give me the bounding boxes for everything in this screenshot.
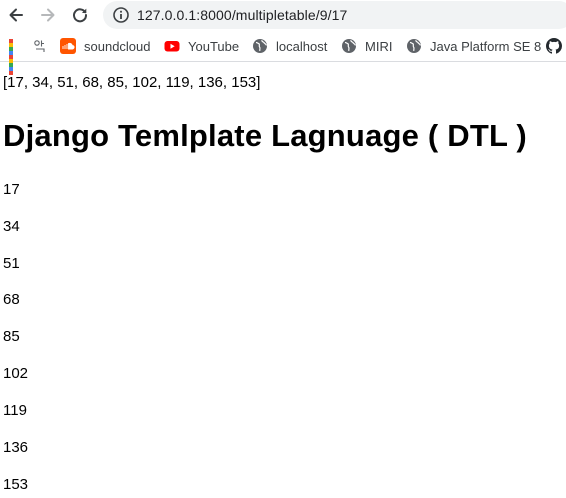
forward-button[interactable] — [36, 3, 60, 27]
bookmark-label: MIRI — [365, 38, 393, 54]
korean-glyph-icon — [34, 40, 45, 52]
back-button[interactable] — [4, 3, 28, 27]
globe-icon — [342, 39, 357, 53]
url-text[interactable]: 127.0.0.1:8000/multipletable/9/17 — [137, 1, 347, 29]
bookmarks-bar: soundcloud YouTube localhost MIRI Java P… — [0, 30, 566, 75]
apps-grid-icon — [8, 38, 24, 75]
bookmark-label: localhost — [276, 38, 328, 54]
back-arrow-icon — [9, 8, 23, 22]
list-item: 85 — [3, 328, 20, 345]
bookmark-java-platform[interactable]: Java Platform SE 8 — [406, 37, 541, 55]
list-item: 34 — [3, 218, 20, 235]
list-item: 119 — [3, 402, 27, 419]
bookmark-apps[interactable] — [8, 37, 46, 75]
list-item: 17 — [3, 181, 20, 198]
globe-icon — [253, 39, 268, 53]
bookmark-soundcloud[interactable]: soundcloud — [60, 37, 151, 55]
list-item: 51 — [3, 255, 20, 272]
bookmark-localhost[interactable]: localhost — [252, 37, 327, 55]
bookmark-github[interactable] — [546, 37, 566, 55]
list-item: 136 — [3, 439, 29, 456]
reload-icon — [73, 8, 88, 23]
bookmark-miri[interactable]: MIRI — [341, 37, 392, 55]
browser-toolbar: 127.0.0.1:8000/multipletable/9/17 — [0, 0, 566, 30]
bookmark-youtube[interactable]: YouTube — [164, 37, 239, 55]
bookmark-label: Java Platform SE 8 — [430, 38, 542, 54]
info-icon[interactable] — [112, 6, 130, 24]
forward-arrow-icon — [41, 8, 55, 22]
bookmark-label: soundcloud — [84, 38, 151, 54]
bookmark-label: YouTube — [188, 38, 240, 54]
array-text: [17, 34, 51, 68, 85, 102, 119, 136, 153] — [3, 74, 261, 91]
list-item: 153 — [3, 476, 29, 493]
youtube-icon — [164, 41, 180, 52]
list-item: 102 — [3, 365, 29, 382]
page-heading: Django Temlplate Lagnuage ( DTL ) — [3, 118, 527, 153]
address-bar[interactable]: 127.0.0.1:8000/multipletable/9/17 — [103, 1, 566, 29]
globe-icon — [407, 39, 422, 53]
github-icon — [546, 38, 562, 54]
list-item: 68 — [3, 291, 20, 308]
soundcloud-icon — [60, 38, 76, 54]
reload-button[interactable] — [68, 3, 92, 27]
